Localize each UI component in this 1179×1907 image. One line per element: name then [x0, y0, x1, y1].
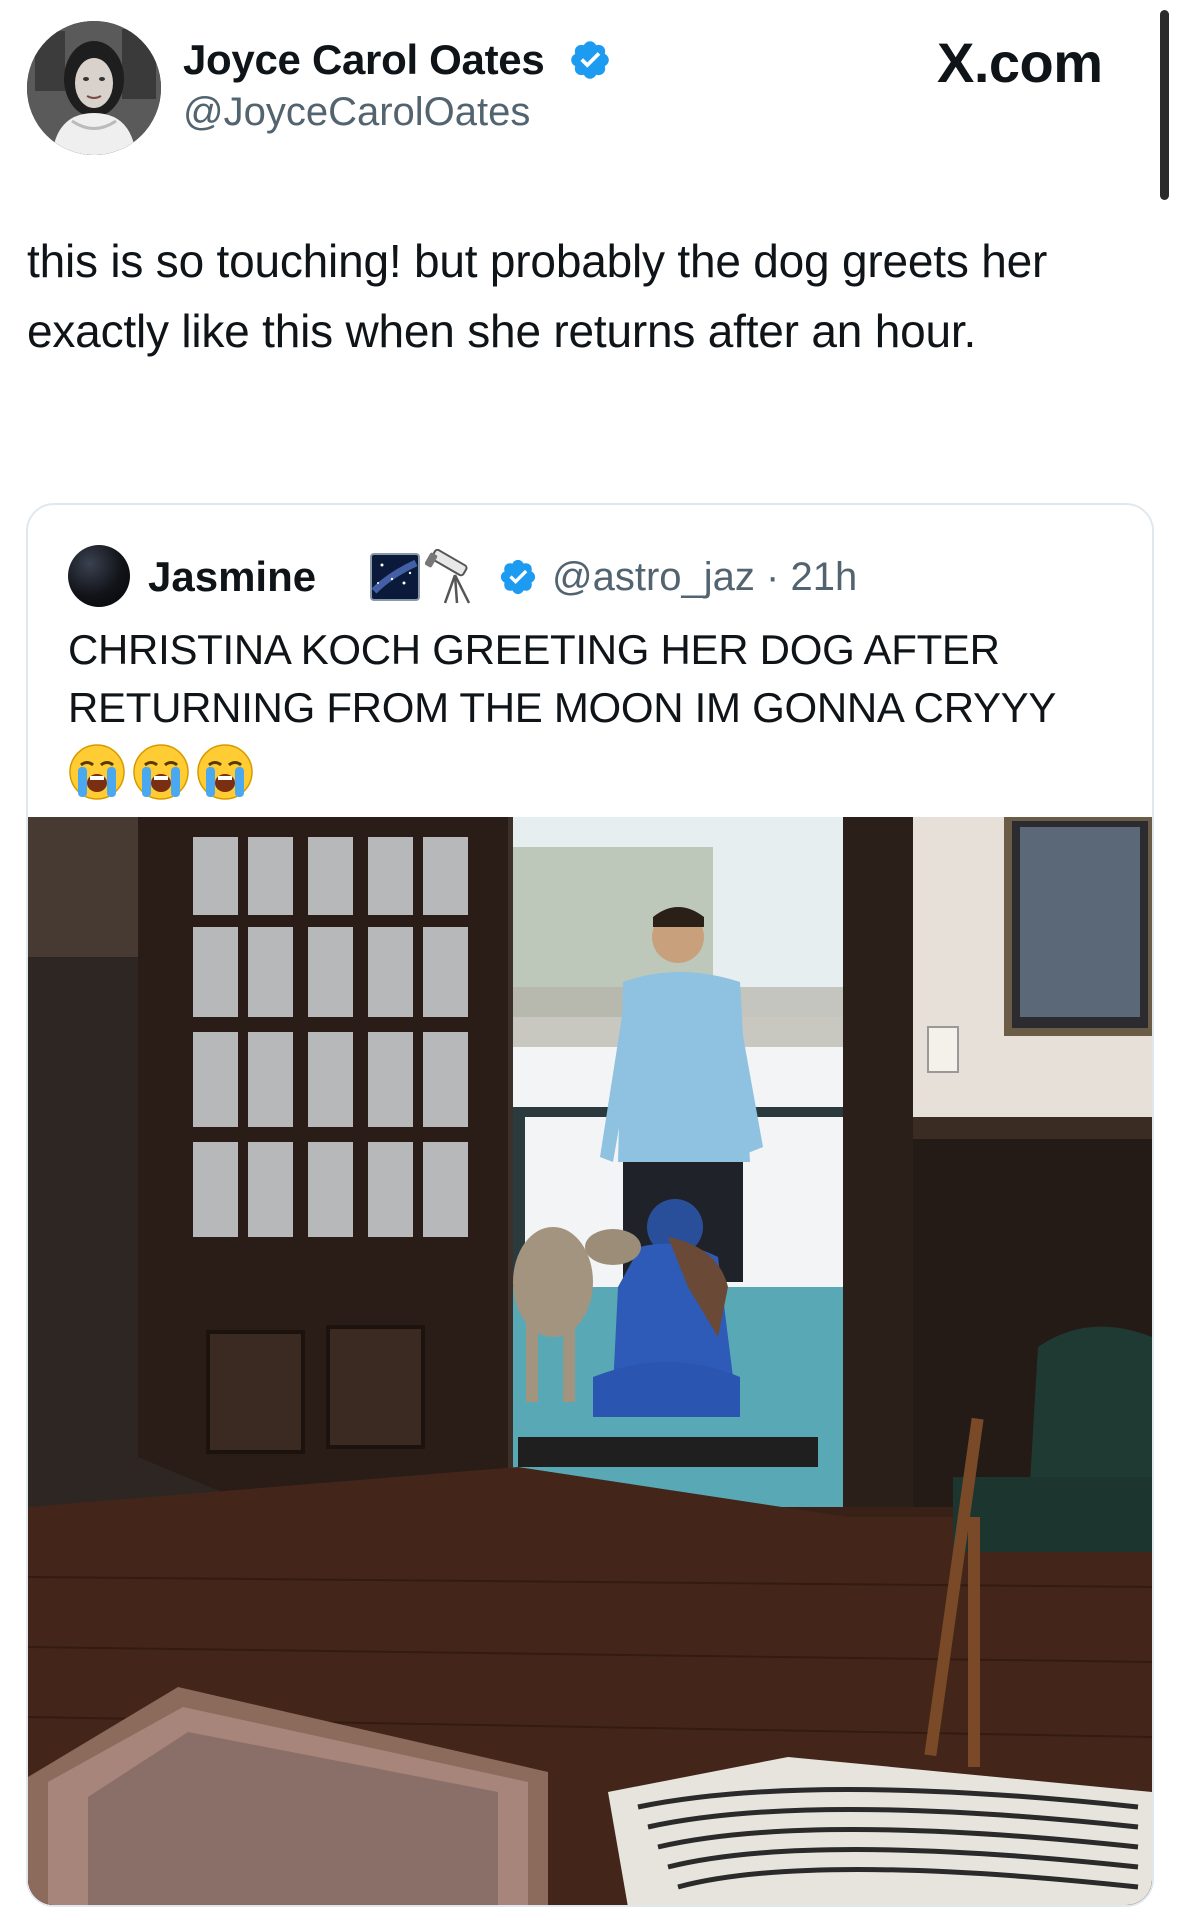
quoted-verified-badge-icon — [500, 559, 536, 595]
verified-badge-icon — [571, 41, 609, 79]
quoted-handle-and-time[interactable]: @astro_jaz · 21h — [552, 555, 857, 600]
quoted-tweet-card[interactable]: Jasmine @astro_jaz · 21h CHRISTINA KOCH … — [26, 503, 1154, 1907]
loudly-crying-face-icon — [133, 744, 189, 800]
milky-way-emoji-icon — [370, 553, 420, 601]
tweet-header: Joyce Carol Oates @JoyceCarolOates X.com — [0, 0, 1179, 200]
author-name[interactable]: Joyce Carol Oates — [183, 36, 545, 84]
video-frame-illustration — [28, 817, 1152, 1905]
quoted-tweet-text: CHRISTINA KOCH GREETING HER DOG AFTER RE… — [68, 626, 1057, 731]
quoted-author-avatar[interactable] — [68, 545, 130, 607]
scrollbar[interactable] — [1160, 10, 1169, 200]
loudly-crying-face-icon — [69, 744, 125, 800]
quoted-tweet-video[interactable] — [28, 817, 1152, 1905]
x-com-logo: X.com — [937, 31, 1103, 94]
tweet-text: this is so touching! but probably the do… — [27, 235, 1048, 357]
author-handle[interactable]: @JoyceCarolOates — [183, 90, 530, 135]
telescope-emoji-icon — [425, 549, 471, 604]
quoted-tweet-header: Jasmine @astro_jaz · 21h — [68, 545, 1128, 607]
author-avatar[interactable] — [27, 21, 161, 155]
loudly-crying-face-icon — [197, 744, 253, 800]
quoted-author-name[interactable]: Jasmine — [148, 553, 316, 601]
